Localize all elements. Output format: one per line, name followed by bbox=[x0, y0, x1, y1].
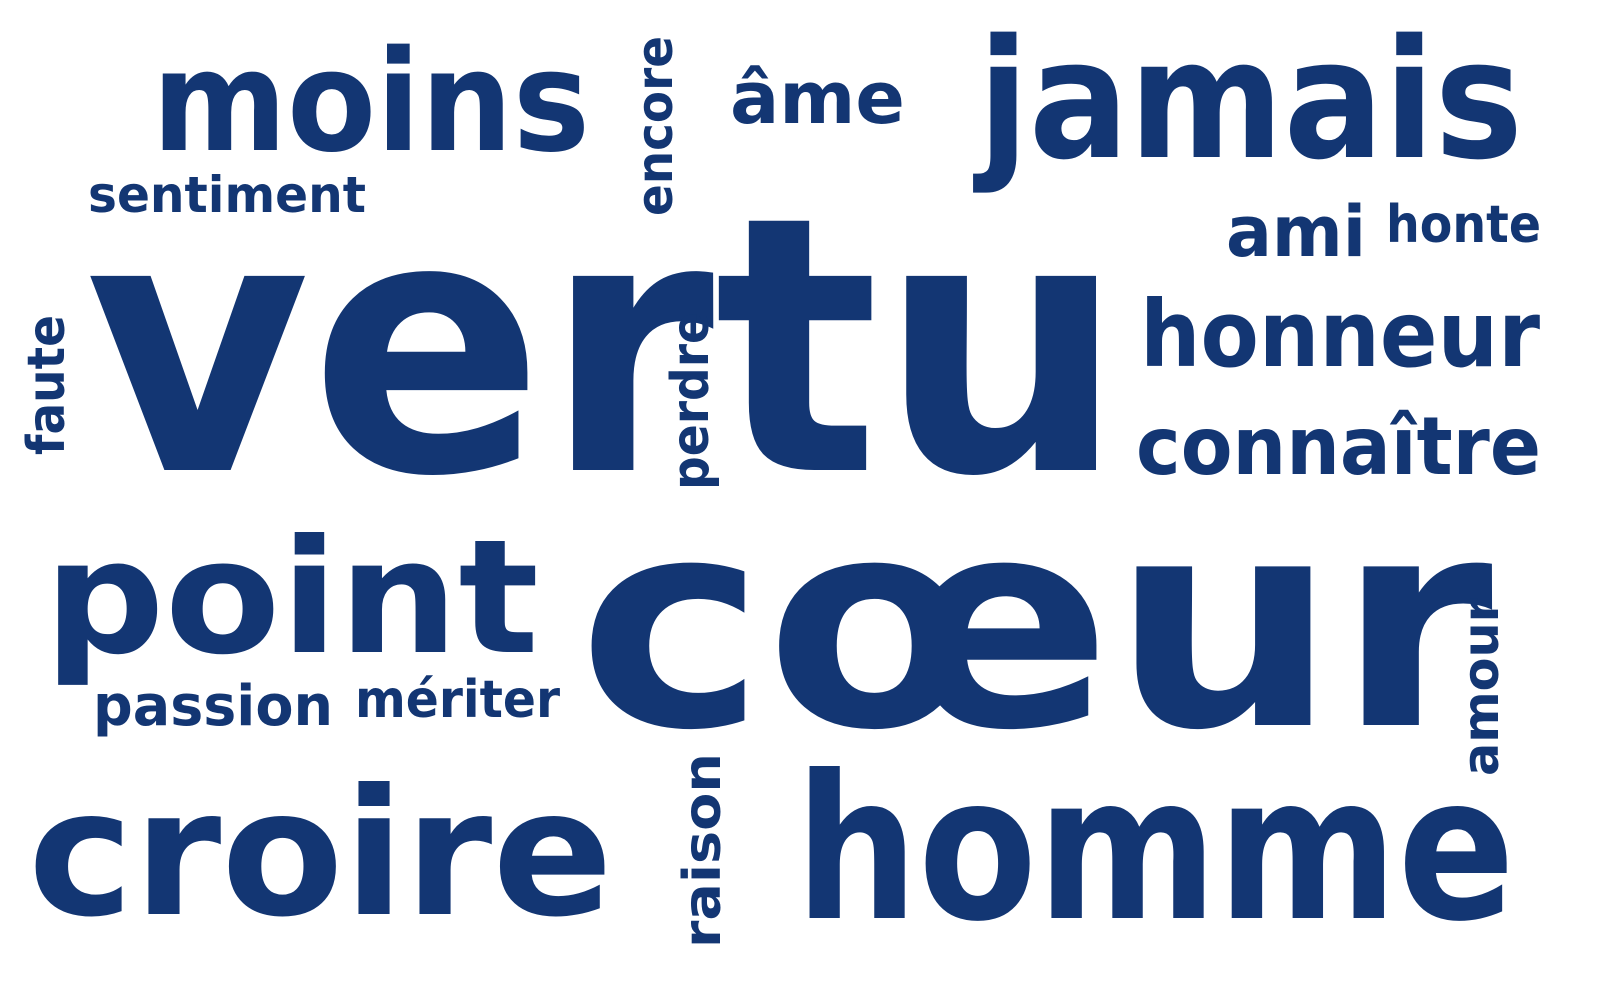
word-ami: ami bbox=[1226, 191, 1366, 273]
word-encore: encore bbox=[626, 36, 684, 216]
word-perdre: perdre bbox=[661, 312, 721, 490]
word-jamais: jamais bbox=[973, 4, 1523, 196]
word-amour: amour bbox=[1452, 598, 1510, 776]
word-faute: faute bbox=[17, 315, 77, 455]
word-cloud: vertu cœur homme jamais moins croire poi… bbox=[17, 4, 1541, 966]
word-sentiment: sentiment bbox=[88, 166, 366, 224]
word-homme: homme bbox=[795, 733, 1515, 966]
word-moins: moins bbox=[152, 21, 590, 184]
word-honneur: honneur bbox=[1140, 281, 1541, 388]
word-honte: honte bbox=[1386, 195, 1541, 255]
word-passion: passion bbox=[93, 674, 333, 739]
word-ame: âme bbox=[730, 56, 905, 140]
word-raison: raison bbox=[673, 753, 733, 948]
word-connaitre: connaître bbox=[1136, 400, 1541, 493]
word-croire: croire bbox=[28, 753, 613, 956]
word-meriter: mériter bbox=[355, 670, 560, 730]
word-point: point bbox=[44, 506, 539, 690]
